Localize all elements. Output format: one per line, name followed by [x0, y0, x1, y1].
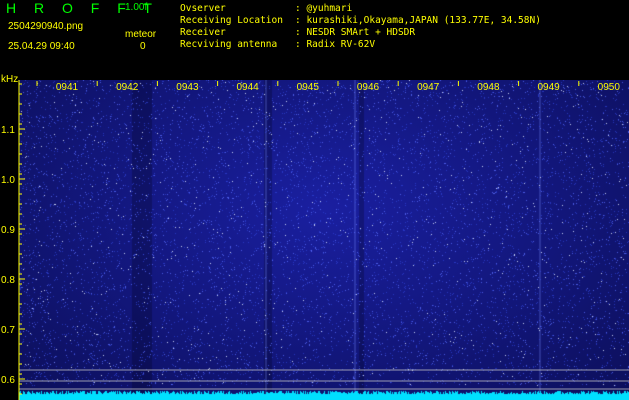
hrofft-window: H R O F F T 1.00f 2504290940.png meteor …	[0, 0, 629, 400]
time-tick-label: 0947	[417, 82, 440, 93]
time-tick-label: 0949	[537, 82, 560, 93]
time-tick-label: 0948	[477, 82, 500, 93]
time-tick-label: 0946	[357, 82, 380, 93]
time-tick-label: 0944	[236, 82, 259, 93]
time-tick-label: 0950	[598, 82, 621, 93]
y-tick-label: 1.0	[1, 175, 15, 186]
y-tick-label: 0.6	[1, 375, 15, 386]
time-tick-label: 0941	[56, 82, 79, 93]
time-tick-label: 0943	[176, 82, 199, 93]
y-tick-label: 1.1	[1, 125, 15, 136]
y-tick-label: 0.9	[1, 225, 15, 236]
time-tick-label: 0942	[116, 82, 139, 93]
waterfall-overlay: 0941 0942 0943 0944 0945 0946 0947 0948 0949 0950…	[1, 80, 629, 400]
time-tick-label: 0945	[297, 82, 320, 93]
y-tick-label: 0.8	[1, 275, 15, 286]
y-tick-label: 0.7	[1, 325, 15, 336]
